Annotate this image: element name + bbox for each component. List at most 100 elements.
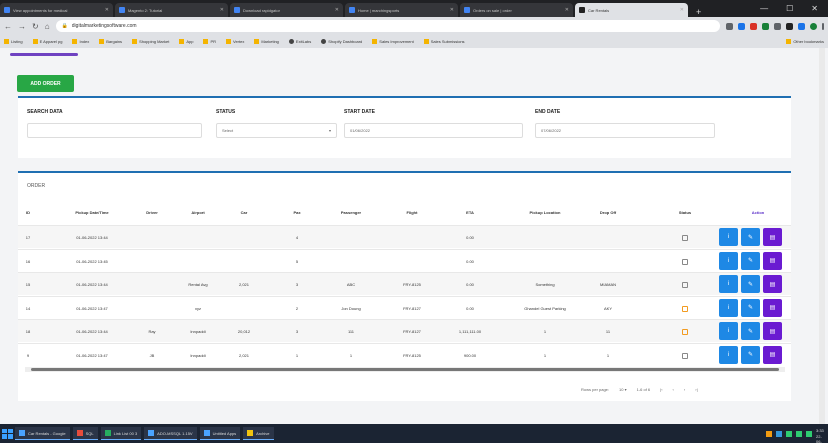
taskbar-item[interactable]: Untitled Apps bbox=[199, 427, 241, 440]
document-icon[interactable]: ▤ bbox=[763, 322, 782, 340]
column-header[interactable]: Drop Off bbox=[600, 210, 616, 215]
edit-icon[interactable]: ✎ bbox=[741, 322, 760, 340]
close-icon[interactable]: ✕ bbox=[450, 7, 454, 13]
close-icon[interactable]: ✕ bbox=[105, 7, 109, 13]
view-icon[interactable]: i bbox=[719, 298, 738, 317]
browser-tab[interactable]: Orders on sale | order ✕ bbox=[460, 3, 573, 17]
taskbar-item[interactable]: Link List 00 3 bbox=[100, 427, 142, 440]
bookmark-item[interactable]: Shopping Market bbox=[132, 39, 169, 44]
browser-tab-active[interactable]: Car Rentals ✕ bbox=[575, 3, 688, 17]
tray-icon[interactable] bbox=[786, 430, 792, 437]
windows-start-icon[interactable] bbox=[2, 428, 13, 439]
taskbar-item[interactable]: Car Rentals - Google bbox=[15, 427, 70, 440]
tray-icon[interactable] bbox=[806, 430, 812, 437]
close-icon[interactable]: ✕ bbox=[220, 7, 224, 13]
bookmark-item[interactable]: Marketing bbox=[254, 39, 279, 44]
status-icon[interactable] bbox=[682, 329, 688, 335]
close-icon[interactable]: ✕ bbox=[680, 7, 684, 13]
maximize-icon[interactable]: ☐ bbox=[786, 4, 793, 13]
home-icon[interactable]: ⌂ bbox=[45, 22, 50, 31]
status-icon[interactable] bbox=[682, 235, 688, 241]
back-icon[interactable]: ← bbox=[4, 22, 12, 31]
browser-tab[interactable]: Download rapidgator ✕ bbox=[230, 3, 343, 17]
bookmark-item[interactable]: E Apparel pg bbox=[32, 39, 62, 44]
column-header[interactable]: Status bbox=[679, 210, 691, 215]
browser-tab[interactable]: View appointments for medical ✕ bbox=[0, 3, 113, 17]
edit-icon[interactable]: ✎ bbox=[741, 275, 760, 293]
column-header[interactable]: Flight bbox=[407, 210, 418, 215]
column-header[interactable]: Action bbox=[752, 210, 764, 215]
column-header[interactable]: Pax bbox=[293, 210, 300, 215]
extension-icon[interactable] bbox=[798, 22, 805, 30]
column-header[interactable]: ETA bbox=[466, 210, 474, 215]
clock[interactable]: 3:33 22-06-2022 bbox=[816, 428, 824, 443]
view-icon[interactable]: i bbox=[719, 322, 738, 340]
browser-tab[interactable]: Home | marchingsports ✕ bbox=[345, 3, 458, 17]
column-header[interactable]: ID bbox=[26, 210, 30, 215]
column-header[interactable]: Passenger bbox=[341, 210, 361, 215]
bookmark-item[interactable]: Sales Submissions bbox=[423, 39, 465, 44]
address-bar[interactable]: 🔒 digitalmarketingsoftware.com bbox=[55, 20, 720, 32]
next-page-icon[interactable]: › bbox=[684, 387, 685, 392]
close-icon[interactable]: ✕ bbox=[335, 7, 339, 13]
page-scrollbar[interactable] bbox=[819, 48, 825, 424]
edit-icon[interactable]: ✎ bbox=[741, 345, 760, 364]
extension-icon[interactable] bbox=[750, 22, 757, 30]
document-icon[interactable]: ▤ bbox=[763, 345, 782, 364]
reload-icon[interactable]: ↻ bbox=[32, 22, 39, 31]
browser-tab[interactable]: Magento 2: Tutorial ✕ bbox=[115, 3, 228, 17]
view-icon[interactable]: i bbox=[719, 345, 738, 364]
scrollbar-thumb[interactable] bbox=[31, 368, 779, 371]
prev-page-icon[interactable]: ‹ bbox=[673, 387, 674, 392]
extension-icon[interactable] bbox=[762, 22, 769, 30]
status-select[interactable]: Select ▾ bbox=[216, 123, 337, 138]
column-header[interactable]: Airport bbox=[191, 210, 204, 215]
tray-icon[interactable] bbox=[796, 430, 802, 437]
bookmark-item[interactable]: PR bbox=[203, 39, 216, 44]
document-icon[interactable]: ▤ bbox=[763, 251, 782, 270]
new-tab-icon[interactable]: + bbox=[690, 7, 707, 17]
last-page-icon[interactable]: ›| bbox=[695, 387, 697, 392]
horizontal-scrollbar[interactable] bbox=[25, 367, 785, 372]
extension-icon[interactable] bbox=[726, 22, 733, 30]
status-icon[interactable] bbox=[682, 258, 688, 265]
bookmark-other[interactable]: Other bookmarks bbox=[786, 39, 824, 44]
bookmark-item[interactable]: Bargains bbox=[99, 39, 122, 44]
taskbar-item[interactable]: SQL bbox=[72, 427, 98, 440]
status-icon[interactable] bbox=[682, 352, 688, 359]
bookmark-item[interactable]: Shopify Dashboard bbox=[321, 39, 362, 44]
extension-icon[interactable] bbox=[738, 22, 745, 30]
first-page-icon[interactable]: |‹ bbox=[660, 387, 662, 392]
view-icon[interactable]: i bbox=[719, 228, 738, 246]
extension-icon[interactable] bbox=[786, 22, 793, 30]
bookmark-item[interactable]: App bbox=[179, 39, 193, 44]
close-icon[interactable]: ✕ bbox=[565, 7, 569, 13]
forward-icon[interactable]: → bbox=[18, 22, 26, 31]
minimize-icon[interactable]: — bbox=[760, 4, 768, 13]
end-date-input[interactable]: 07/06/2022 bbox=[535, 123, 715, 138]
edit-icon[interactable]: ✎ bbox=[741, 251, 760, 270]
view-icon[interactable]: i bbox=[719, 251, 738, 270]
rows-per-page-select[interactable]: 10 ▾ bbox=[619, 387, 627, 392]
tray-icon[interactable] bbox=[776, 430, 782, 437]
bookmark-item[interactable]: Vertex bbox=[226, 39, 244, 44]
view-icon[interactable]: i bbox=[719, 275, 738, 293]
search-input[interactable] bbox=[27, 123, 202, 138]
column-header[interactable]: Driver bbox=[146, 210, 158, 215]
start-date-input[interactable]: 01/06/2022 bbox=[344, 123, 523, 138]
status-icon[interactable] bbox=[682, 305, 688, 312]
taskbar-item[interactable]: Archive bbox=[243, 427, 274, 440]
column-header[interactable]: Pickup Location bbox=[530, 210, 561, 215]
column-header[interactable]: Pickup Date/Time bbox=[75, 210, 108, 215]
tray-icon[interactable] bbox=[766, 430, 772, 437]
edit-icon[interactable]: ✎ bbox=[741, 298, 760, 317]
document-icon[interactable]: ▤ bbox=[763, 298, 782, 317]
extension-icon[interactable] bbox=[774, 22, 781, 30]
add-order-button[interactable]: ADD ORDER bbox=[17, 75, 74, 92]
profile-avatar[interactable] bbox=[810, 22, 817, 30]
status-icon[interactable] bbox=[682, 282, 688, 288]
bookmark-item[interactable]: Index bbox=[72, 39, 89, 44]
menu-icon[interactable] bbox=[822, 22, 824, 30]
document-icon[interactable]: ▤ bbox=[763, 275, 782, 293]
bookmark-item[interactable]: Sales Improvement bbox=[372, 39, 414, 44]
